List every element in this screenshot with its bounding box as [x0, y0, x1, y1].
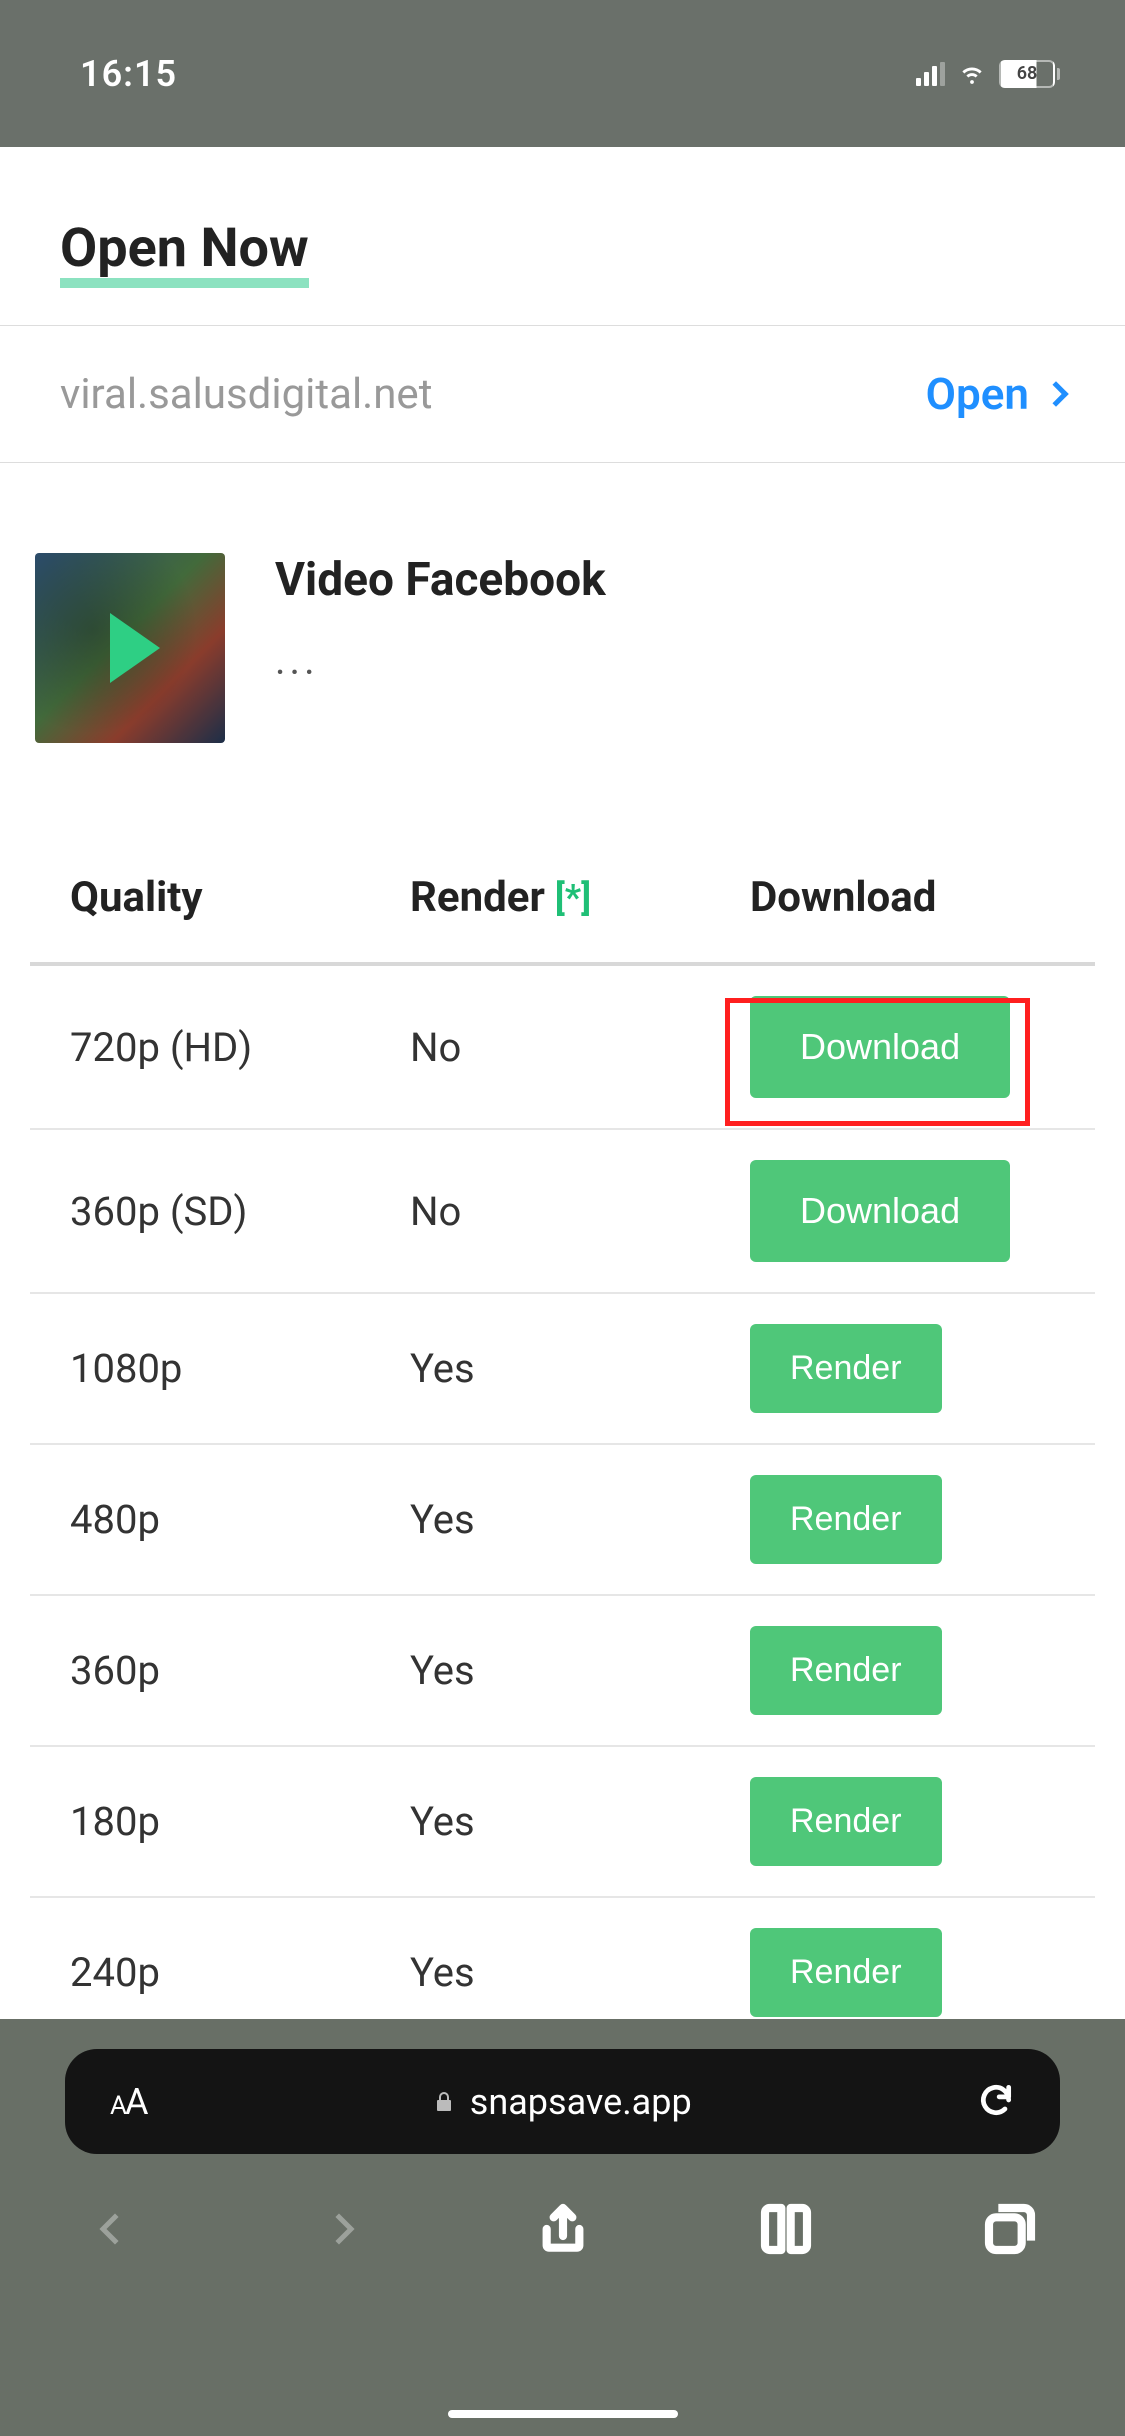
wifi-icon [957, 57, 987, 91]
ad-open-link[interactable]: Open [926, 368, 1065, 420]
back-button[interactable] [85, 2199, 145, 2259]
ad-title: Open Now [60, 217, 309, 280]
cell-action: Render [750, 1626, 1055, 1715]
header-quality: Quality [70, 873, 410, 922]
cell-quality: 480p [70, 1496, 410, 1543]
quality-table: Quality Render [*] Download 720p (HD)NoD… [0, 783, 1125, 2049]
url-text: snapsave.app [470, 2081, 692, 2123]
header-render-label: Render [410, 873, 545, 922]
battery-icon: 68 [999, 60, 1060, 88]
chevron-left-icon [99, 2213, 130, 2244]
video-info: Video Facebook ... [0, 463, 1125, 783]
status-icons: 68 [916, 57, 1060, 91]
table-body: 720p (HD)NoDownload360p (SD)NoDownload10… [30, 966, 1095, 2049]
cell-quality: 720p (HD) [70, 1024, 410, 1071]
chevron-right-icon [323, 2213, 354, 2244]
cell-render: Yes [410, 1496, 750, 1543]
cell-quality: 1080p [70, 1345, 410, 1392]
ad-card: Open Now [0, 147, 1125, 325]
cell-action: Render [750, 1324, 1055, 1413]
cell-quality: 180p [70, 1798, 410, 1845]
video-title: Video Facebook [275, 553, 606, 607]
cellular-signal-icon [916, 62, 945, 86]
cell-render: Yes [410, 1798, 750, 1845]
header-download: Download [750, 873, 1055, 922]
video-meta: Video Facebook ... [275, 553, 606, 743]
cell-render: No [410, 1024, 750, 1071]
cell-render: Yes [410, 1345, 750, 1392]
table-row: 480pYesRender [30, 1445, 1095, 1596]
header-render: Render [*] [410, 873, 750, 922]
download-button[interactable]: Download [750, 1160, 1010, 1262]
table-row: 360p (SD)NoDownload [30, 1130, 1095, 1294]
share-button[interactable] [533, 2199, 593, 2259]
bookmarks-button[interactable] [756, 2199, 816, 2259]
cell-quality: 240p [70, 1949, 410, 1996]
cell-action: Render [750, 1777, 1055, 1866]
table-row: 360pYesRender [30, 1596, 1095, 1747]
cell-render: No [410, 1188, 750, 1235]
forward-button[interactable] [309, 2199, 369, 2259]
status-time: 16:15 [65, 53, 177, 95]
video-subtitle: ... [275, 637, 606, 684]
battery-level: 68 [999, 60, 1055, 88]
cell-action: Render [750, 1928, 1055, 2017]
lock-icon [432, 2081, 456, 2123]
status-bar: 16:15 68 [0, 0, 1125, 147]
page-content: Open Now viral.salusdigital.net Open Vid… [0, 147, 1125, 2019]
table-header-row: Quality Render [*] Download [30, 833, 1095, 966]
download-button[interactable]: Download [750, 996, 1010, 1098]
cell-render: Yes [410, 1647, 750, 1694]
table-row: 1080pYesRender [30, 1294, 1095, 1445]
render-button[interactable]: Render [750, 1324, 942, 1413]
ad-domain: viral.salusdigital.net [60, 370, 432, 419]
reload-button[interactable] [977, 2081, 1015, 2123]
ad-link-row[interactable]: viral.salusdigital.net Open [0, 325, 1125, 463]
render-button[interactable]: Render [750, 1928, 942, 2017]
cell-action: Render [750, 1475, 1055, 1564]
play-icon [110, 613, 160, 683]
table-row: 180pYesRender [30, 1747, 1095, 1898]
video-thumbnail[interactable] [35, 553, 225, 743]
header-render-note: [*] [555, 877, 591, 919]
bottom-toolbar [65, 2154, 1060, 2259]
cell-quality: 360p [70, 1647, 410, 1694]
home-indicator [448, 2410, 678, 2418]
browser-chrome: AA snapsave.app [0, 2019, 1125, 2436]
cell-action: Download [750, 1160, 1055, 1262]
cell-quality: 360p (SD) [70, 1188, 410, 1235]
url-bar[interactable]: AA snapsave.app [65, 2049, 1060, 2154]
render-button[interactable]: Render [750, 1475, 942, 1564]
url-display[interactable]: snapsave.app [146, 2081, 977, 2123]
reader-mode-button[interactable]: AA [110, 2081, 146, 2123]
cell-action: Download [750, 996, 1055, 1098]
render-button[interactable]: Render [750, 1777, 942, 1866]
render-button[interactable]: Render [750, 1626, 942, 1715]
cell-render: Yes [410, 1949, 750, 1996]
chevron-right-icon [1043, 381, 1068, 406]
ad-open-label: Open [926, 368, 1029, 420]
tabs-button[interactable] [980, 2199, 1040, 2259]
table-row: 720p (HD)NoDownload [30, 966, 1095, 1130]
